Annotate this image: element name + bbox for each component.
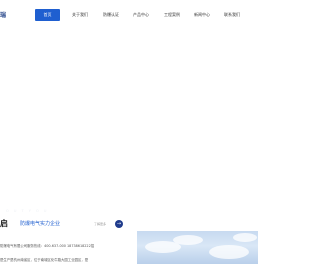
nav-item-contact[interactable]: 联系我们 bbox=[219, 9, 245, 21]
section-watermark: O U T Y O U bbox=[6, 209, 49, 213]
learn-more-link[interactable]: 了解更多 bbox=[94, 222, 106, 226]
nav-item-news[interactable]: 新闻中心 bbox=[189, 9, 215, 21]
section-subtitle: 防爆电气实力企业 bbox=[20, 221, 61, 227]
company-intro-line-2: 是生产是杭州南省区，位于南城区化牛路大园工业园区，是 bbox=[0, 258, 89, 262]
main-navigation: 首页 关于我们 防爆认证 产品中心 工程案例 新闻中心 联系我们 bbox=[0, 0, 258, 26]
nav-item-products[interactable]: 产品中心 bbox=[128, 9, 154, 21]
section-heading: 启 bbox=[0, 219, 8, 228]
nav-item-home[interactable]: 首页 bbox=[35, 9, 60, 21]
sky-photo bbox=[137, 231, 258, 264]
arrow-right-button[interactable]: → bbox=[115, 220, 123, 228]
company-intro-line-1: 防爆电气有限公司服务热线：400-637-000 18738618222招 bbox=[0, 244, 95, 248]
nav-item-cases[interactable]: 工程案例 bbox=[159, 9, 185, 21]
arrow-right-icon: → bbox=[116, 221, 122, 227]
nav-item-about[interactable]: 关于我们 bbox=[66, 9, 94, 21]
nav-item-certification[interactable]: 防爆认证 bbox=[98, 9, 124, 21]
